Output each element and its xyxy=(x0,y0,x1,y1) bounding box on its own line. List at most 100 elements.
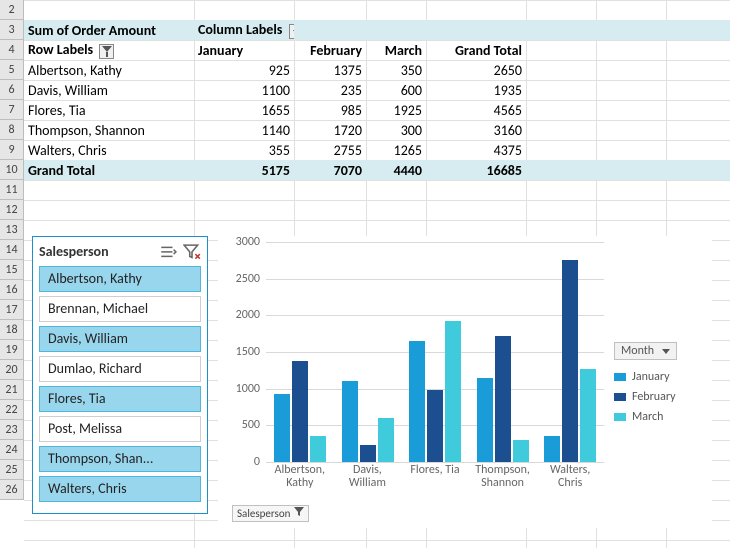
bar[interactable] xyxy=(580,369,596,462)
row-header[interactable]: 4 xyxy=(0,40,24,60)
pivot-row: Flores, Tia165598519254565 xyxy=(24,100,730,120)
slicer-item[interactable]: Davis, William xyxy=(39,326,201,352)
row-labels-filter-dropdown[interactable] xyxy=(99,44,114,59)
pivot-cell[interactable]: 3160 xyxy=(426,122,526,139)
legend-label-march: March xyxy=(632,410,663,424)
row-header[interactable]: 14 xyxy=(0,240,24,260)
pivot-cell[interactable]: 925 xyxy=(194,62,294,79)
pivot-cell-name[interactable]: Albertson, Kathy xyxy=(24,62,194,79)
chart-plot-area xyxy=(266,242,604,462)
bar[interactable] xyxy=(513,440,529,462)
bar[interactable] xyxy=(360,445,376,462)
pivot-cell[interactable]: 2755 xyxy=(294,142,366,159)
axis-field-text: Salesperson xyxy=(237,507,290,520)
bar[interactable] xyxy=(445,321,461,462)
pivot-cell[interactable]: 2650 xyxy=(426,62,526,79)
bar[interactable] xyxy=(342,381,358,462)
bar[interactable] xyxy=(477,378,493,462)
row-header[interactable]: 8 xyxy=(0,120,24,140)
slicer-item[interactable]: Albertson, Kathy xyxy=(39,266,201,292)
pivot-cell-name[interactable]: Walters, Chris xyxy=(24,142,194,159)
pivot-cell[interactable]: 1720 xyxy=(294,122,366,139)
row-header[interactable]: 10 xyxy=(0,160,24,180)
row-header[interactable]: 2 xyxy=(0,0,24,20)
bar[interactable] xyxy=(544,436,560,462)
slicer-item[interactable]: Flores, Tia xyxy=(39,386,201,412)
bar[interactable] xyxy=(409,341,425,462)
pivot-chart[interactable]: 050010001500200025003000 Albertson,Kathy… xyxy=(218,236,712,528)
row-header[interactable]: 16 xyxy=(0,280,24,300)
bar[interactable] xyxy=(310,436,326,462)
row-header[interactable]: 22 xyxy=(0,400,24,420)
column-labels-dropdown[interactable] xyxy=(289,24,294,39)
pivot-cell[interactable]: 355 xyxy=(194,142,294,159)
x-tick-label: Albertson,Kathy xyxy=(266,464,334,490)
pivot-cell[interactable]: 600 xyxy=(366,82,426,99)
chart-legend: Month January February March xyxy=(614,342,706,430)
grand-total-jan: 5175 xyxy=(194,162,294,179)
pivot-cell[interactable]: 4375 xyxy=(426,142,526,159)
row-header[interactable]: 6 xyxy=(0,80,24,100)
col-march: March xyxy=(366,42,426,59)
bar[interactable] xyxy=(378,418,394,462)
pivot-cell[interactable]: 1100 xyxy=(194,82,294,99)
bar[interactable] xyxy=(562,260,578,462)
row-header[interactable]: 17 xyxy=(0,300,24,320)
axis-field-button[interactable]: Salesperson xyxy=(232,505,309,522)
row-header[interactable]: 15 xyxy=(0,260,24,280)
pivot-cell[interactable]: 1935 xyxy=(426,82,526,99)
slicer-item[interactable]: Post, Melissa xyxy=(39,416,201,442)
row-header[interactable]: 7 xyxy=(0,100,24,120)
row-header[interactable]: 20 xyxy=(0,360,24,380)
y-tick-label: 3000 xyxy=(224,235,260,249)
col-grandtotal: Grand Total xyxy=(426,42,526,59)
slicer-salesperson[interactable]: Salesperson Albertson, KathyBrennan, Mic… xyxy=(32,236,208,514)
legend-field-button[interactable]: Month xyxy=(614,342,677,360)
pivot-cell[interactable]: 1265 xyxy=(366,142,426,159)
slicer-item[interactable]: Dumlao, Richard xyxy=(39,356,201,382)
row-header[interactable]: 12 xyxy=(0,200,24,220)
grand-total-all: 16685 xyxy=(426,162,526,179)
row-header[interactable]: 5 xyxy=(0,60,24,80)
pivot-cell[interactable]: 985 xyxy=(294,102,366,119)
row-header[interactable]: 11 xyxy=(0,180,24,200)
slicer-item[interactable]: Walters, Chris xyxy=(39,476,201,502)
pivot-cell-name[interactable]: Davis, William xyxy=(24,82,194,99)
pivot-cell[interactable]: 1140 xyxy=(194,122,294,139)
bar-group xyxy=(266,242,334,462)
clear-filter-icon[interactable] xyxy=(183,245,201,259)
slicer-item[interactable]: Brennan, Michael xyxy=(39,296,201,322)
pivot-cell-name[interactable]: Thompson, Shannon xyxy=(24,122,194,139)
x-tick-label: Thompson,Shannon xyxy=(469,464,537,490)
row-labels-header: Row Labels xyxy=(24,41,194,58)
row-header[interactable]: 3 xyxy=(0,20,24,40)
slicer-item[interactable]: Thompson, Shan... xyxy=(39,446,201,472)
pivot-cell[interactable]: 1375 xyxy=(294,62,366,79)
pivot-cell[interactable]: 300 xyxy=(366,122,426,139)
pivot-cell-name[interactable]: Flores, Tia xyxy=(24,102,194,119)
grand-total-mar: 4440 xyxy=(366,162,426,179)
bar[interactable] xyxy=(427,390,443,462)
chart-x-labels: Albertson,KathyDavis,WilliamFlores, TiaT… xyxy=(266,464,604,490)
row-header[interactable]: 25 xyxy=(0,460,24,480)
row-header[interactable]: 21 xyxy=(0,380,24,400)
row-header[interactable]: 9 xyxy=(0,140,24,160)
row-header[interactable]: 23 xyxy=(0,420,24,440)
pivot-cell[interactable]: 1655 xyxy=(194,102,294,119)
bar[interactable] xyxy=(274,394,290,462)
bar[interactable] xyxy=(292,361,308,462)
row-header[interactable]: 19 xyxy=(0,340,24,360)
pivot-cell[interactable]: 235 xyxy=(294,82,366,99)
pivot-columns-text: Column Labels xyxy=(198,21,282,38)
multi-select-icon[interactable] xyxy=(159,245,177,259)
pivot-cell[interactable]: 4565 xyxy=(426,102,526,119)
x-tick-label: Davis,William xyxy=(334,464,402,490)
row-header[interactable]: 26 xyxy=(0,480,24,500)
pivot-cell[interactable]: 350 xyxy=(366,62,426,79)
bar[interactable] xyxy=(495,336,511,462)
y-tick-label: 2500 xyxy=(224,272,260,286)
row-header[interactable]: 18 xyxy=(0,320,24,340)
row-header[interactable]: 13 xyxy=(0,220,24,240)
pivot-cell[interactable]: 1925 xyxy=(366,102,426,119)
row-header[interactable]: 24 xyxy=(0,440,24,460)
